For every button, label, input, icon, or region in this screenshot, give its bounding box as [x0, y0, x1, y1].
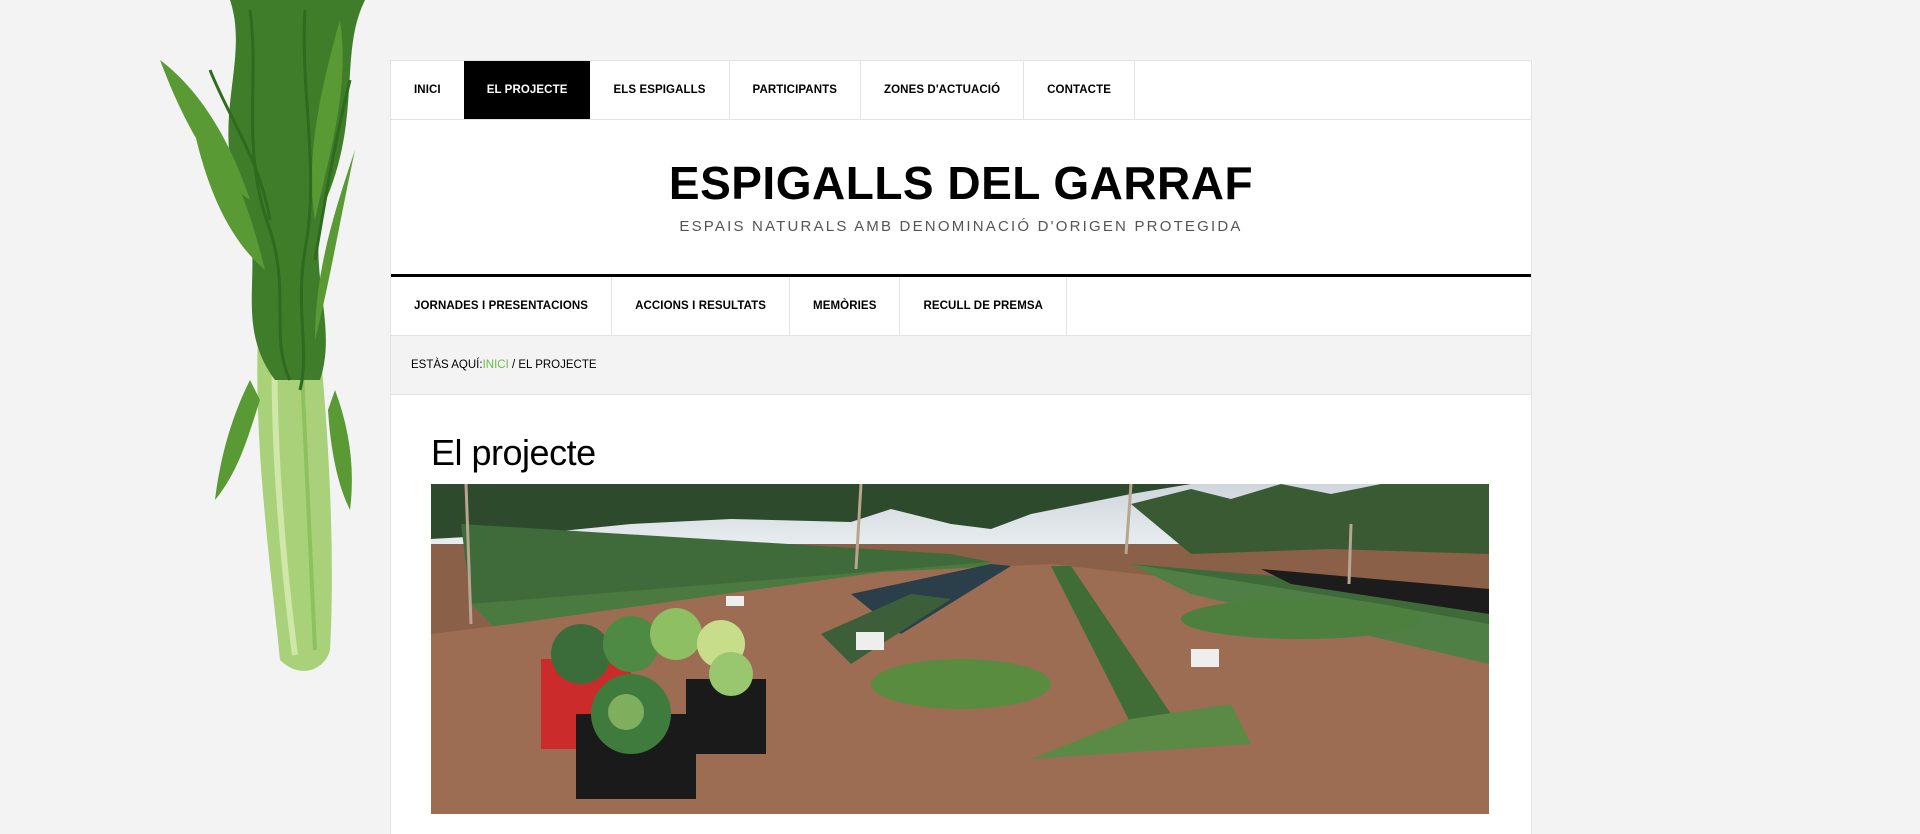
site-header: ESPIGALLS DEL GARRAF ESPAIS NATURALS AMB… — [391, 120, 1531, 277]
nav-item-memories[interactable]: MEMÒRIES — [790, 277, 901, 335]
nav-item-el-projecte[interactable]: EL PROJECTE — [463, 61, 591, 119]
nav-item-inici[interactable]: INICI — [391, 61, 464, 119]
nav-item-zones-actuacio[interactable]: ZONES D'ACTUACIÓ — [861, 61, 1025, 119]
primary-navigation: INICI EL PROJECTE ELS ESPIGALLS PARTICIP… — [391, 61, 1531, 120]
nav-item-recull-premsa[interactable]: RECULL DE PREMSA — [900, 277, 1068, 335]
nav-item-els-espigalls[interactable]: ELS ESPIGALLS — [590, 61, 730, 119]
plant-illustration — [160, 0, 365, 671]
main-content: El projecte — [391, 395, 1531, 815]
site-description: ESPAIS NATURALS AMB DENOMINACIÓ D'ORIGEN… — [679, 218, 1243, 235]
breadcrumb-home-link[interactable]: INICI — [483, 359, 509, 371]
nav-item-jornades[interactable]: JORNADES I PRESENTACIONS — [391, 277, 613, 335]
featured-image — [431, 484, 1489, 815]
breadcrumb: ESTÀS AQUÍ: INICI / EL PROJECTE — [391, 336, 1531, 395]
breadcrumb-separator: / — [508, 359, 519, 371]
site-container: INICI EL PROJECTE ELS ESPIGALLS PARTICIP… — [390, 60, 1532, 834]
breadcrumb-prefix: ESTÀS AQUÍ: — [411, 359, 483, 371]
nav-item-accions[interactable]: ACCIONS I RESULTATS — [612, 277, 791, 335]
secondary-navigation: JORNADES I PRESENTACIONS ACCIONS I RESUL… — [391, 277, 1531, 336]
nav-item-participants[interactable]: PARTICIPANTS — [730, 61, 861, 119]
site-title[interactable]: ESPIGALLS DEL GARRAF — [391, 120, 1531, 206]
page-title: El projecte — [431, 432, 596, 473]
nav-item-contacte[interactable]: CONTACTE — [1024, 61, 1135, 119]
breadcrumb-current: EL PROJECTE — [518, 359, 597, 371]
